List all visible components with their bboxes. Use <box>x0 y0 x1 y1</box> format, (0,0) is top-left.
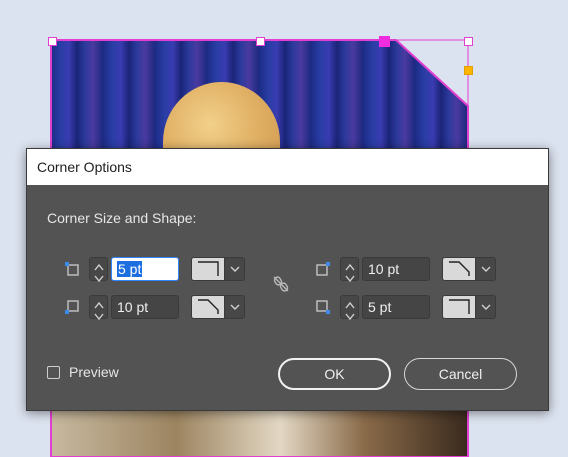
chevron-down-icon[interactable] <box>225 257 245 281</box>
live-corner-handle[interactable] <box>379 36 390 47</box>
image-lower-area <box>51 405 468 457</box>
bevel-corner-icon <box>191 295 225 319</box>
corner-options-widget[interactable] <box>464 66 473 75</box>
corner-row-bottom-left: 10 pt <box>63 295 245 321</box>
bottom-left-corner-icon <box>63 298 81 316</box>
bottom-left-size-input[interactable]: 10 pt <box>111 295 179 319</box>
stepper-up-icon[interactable] <box>93 258 105 271</box>
cancel-button[interactable]: Cancel <box>404 358 517 390</box>
corner-row-bottom-right: 5 pt <box>314 295 496 321</box>
corner-row-top-right: 10 pt <box>314 257 496 283</box>
stepper-up-icon[interactable] <box>344 258 356 271</box>
preview-checkbox[interactable] <box>47 365 60 379</box>
preview-option[interactable]: Preview <box>47 364 119 380</box>
corner-options-dialog: Corner Options Corner Size and Shape: 5 … <box>26 148 549 411</box>
bottom-left-shape-dropdown[interactable] <box>191 295 245 319</box>
corner-row-top-left: 5 pt <box>63 257 245 283</box>
preview-label: Preview <box>69 364 119 380</box>
stepper-down-icon[interactable] <box>344 307 356 321</box>
resize-handle-top-center[interactable] <box>256 37 265 46</box>
top-right-size-stepper[interactable] <box>340 257 359 283</box>
resize-handle-top-left[interactable] <box>48 37 57 46</box>
chevron-down-icon[interactable] <box>225 295 245 319</box>
top-left-size-value: 5 pt <box>117 261 143 277</box>
bottom-right-corner-icon <box>314 298 332 316</box>
resize-handle-top-right[interactable] <box>464 37 473 46</box>
bottom-right-size-input[interactable]: 5 pt <box>362 295 430 319</box>
top-right-size-input[interactable]: 10 pt <box>362 257 430 281</box>
bottom-left-size-stepper[interactable] <box>89 295 108 321</box>
stepper-down-icon[interactable] <box>344 269 356 283</box>
stepper-up-icon[interactable] <box>93 296 105 309</box>
bottom-right-size-stepper[interactable] <box>340 295 359 321</box>
bevel-corner-icon <box>442 257 476 281</box>
top-right-corner-icon <box>314 260 332 278</box>
section-label: Corner Size and Shape: <box>47 210 197 226</box>
top-left-corner-icon <box>63 260 81 278</box>
top-right-shape-dropdown[interactable] <box>442 257 496 281</box>
unlink-corners-icon[interactable] <box>272 275 290 293</box>
chevron-down-icon[interactable] <box>476 295 496 319</box>
ok-button[interactable]: OK <box>278 358 391 390</box>
chevron-down-icon[interactable] <box>476 257 496 281</box>
fancy-corner-icon <box>191 257 225 281</box>
top-left-size-stepper[interactable] <box>89 257 108 283</box>
dialog-title: Corner Options <box>27 149 548 185</box>
fancy-corner-icon <box>442 295 476 319</box>
stepper-up-icon[interactable] <box>344 296 356 309</box>
top-left-shape-dropdown[interactable] <box>191 257 245 281</box>
bottom-right-shape-dropdown[interactable] <box>442 295 496 319</box>
stepper-down-icon[interactable] <box>93 269 105 283</box>
stepper-down-icon[interactable] <box>93 307 105 321</box>
top-left-size-input[interactable]: 5 pt <box>111 257 179 281</box>
